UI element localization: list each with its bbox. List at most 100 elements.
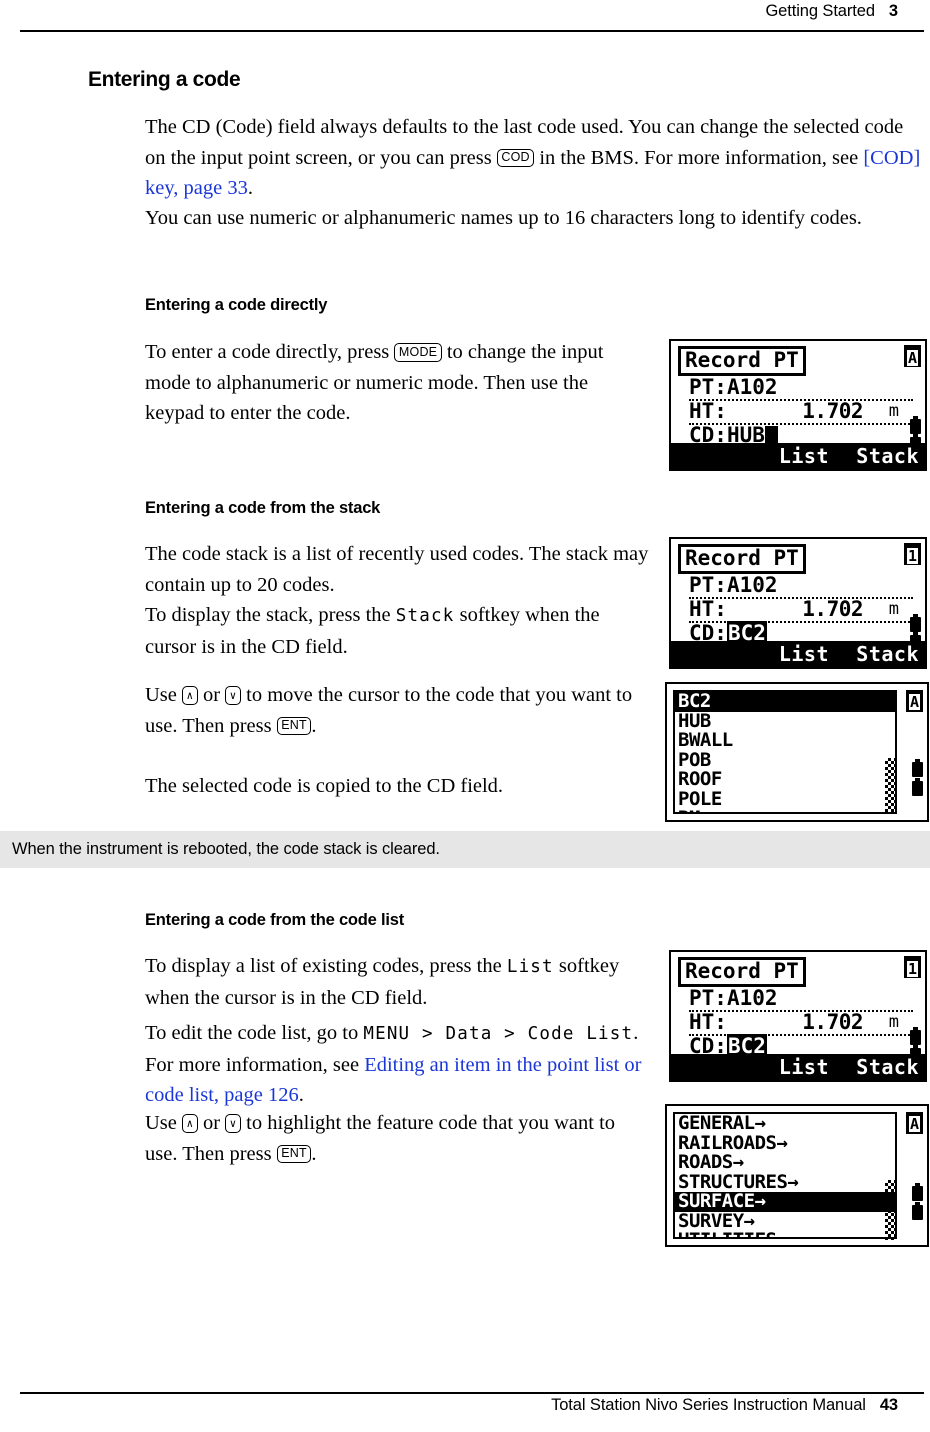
paragraph-codelist-1: To display a list of existing codes, pre… [145,951,650,1013]
intro-1-text-b: in the BMS. For more information, see [534,146,864,169]
lcd-ht-unit: m [888,401,899,421]
battery-icon-internal [910,1027,921,1045]
lcd-ht-value: 1.702 [802,597,863,621]
header-rule [20,30,924,32]
lcd-ht-label: HT: [689,399,727,423]
key-down-arrow[interactable]: ∨ [225,1113,241,1133]
heading-entering-a-code-from-the-code-list: Entering a code from the code list [145,911,405,929]
heading-entering-a-code-directly: Entering a code directly [145,296,328,314]
lcd-ht-value: 1.702 [802,399,863,423]
heading-entering-a-code-from-the-stack: Entering a code from the stack [145,499,381,517]
heading-entering-a-code: Entering a code [88,68,241,91]
directly-text-a: To enter a code directly, press [145,341,395,363]
scrollbar-thumb[interactable] [885,1180,895,1240]
lcd-field-pt: PT:A102 [689,986,778,1011]
lcd-ht-label: HT: [689,1010,727,1034]
codelist-1-text-a: To display a list of existing codes, pre… [145,955,507,977]
softkey-list[interactable]: List [779,444,829,468]
list-item[interactable]: BC2 [675,692,895,712]
lcd-field-ht: HT: [689,399,727,424]
numeric-mode-icon: 1 [904,543,921,565]
softkey-stack[interactable]: Stack [856,1055,919,1079]
list-item[interactable]: ROOF [675,769,895,790]
stack-3-text-b: or [197,684,226,706]
alphanumeric-mode-icon: A [906,690,923,712]
lcd-screen-code-stack-list: A BC2HUBBWALLPOBROOFPOLEBM [665,682,929,822]
stack-3-text-a: Use [145,684,183,706]
lcd-inner: Record PT 1 PT:A102 HT: 1.702 m CD:BC2 L… [671,952,925,1080]
list-item[interactable]: BWALL [675,730,895,751]
lcd-pt-value: A102 [726,375,778,399]
key-up-arrow[interactable]: ∧ [182,1113,198,1133]
key-up-arrow[interactable]: ∧ [182,685,198,705]
key-cod[interactable]: COD [496,148,535,167]
key-ent[interactable]: ENT [276,716,312,735]
paragraph-stack-4: The selected code is copied to the CD fi… [145,775,504,797]
list-item[interactable]: BM [675,808,895,812]
code-stack-rows: BC2HUBBWALLPOBROOFPOLEBM [675,692,895,812]
note-bar-text: When the instrument is rebooted, the cod… [12,840,440,858]
header-chapter-title: Getting Started [765,2,875,20]
lcd-title-record-pt: Record PT [678,957,806,987]
list-item[interactable]: POLE [675,789,895,810]
feature-code-rows: GENERAL→ RAILROADS→ ROADS→ STRUCTURES→ SURFA… [675,1114,895,1237]
key-down-arrow[interactable]: ∨ [225,685,241,705]
codelist-3-text-d: . [311,1142,317,1165]
key-ent[interactable]: ENT [276,1144,312,1163]
lcd-ht-unit: m [888,599,899,619]
lcd-field-ht: HT: [689,1010,727,1035]
lcd-pt-label: PT: [689,573,727,597]
lcd-screen-record-pt-bc2-list: Record PT 1 PT:A102 HT: 1.702 m CD:BC2 L… [669,950,927,1082]
lcd-inner: Record PT A PT:A102 HT: 1.702 m CD:HUB L… [671,341,925,469]
softkey-stack[interactable]: Stack [856,642,919,666]
lcd-pt-label: PT: [689,375,727,399]
lcd-softkey-bar: List Stack [671,443,925,469]
feature-code-list-frame[interactable]: GENERAL→ RAILROADS→ ROADS→ STRUCTURES→ SURFA… [673,1112,897,1239]
code-stack-list-frame[interactable]: BC2HUBBWALLPOBROOFPOLEBM [673,690,897,814]
list-item[interactable]: ROADS→ [675,1152,895,1173]
paragraph-codelist-3: Use ∧ or ∨ to highlight the feature code… [145,1108,650,1169]
list-item[interactable]: UTILITIES→ [675,1230,895,1237]
list-item[interactable]: SURFACE→ [675,1191,895,1212]
lcd-title-record-pt: Record PT [678,544,806,574]
scrollbar-thumb[interactable] [885,758,895,814]
page-header: Getting Started 3 [0,0,930,34]
stack-2-text-a: To display the stack, press the [145,604,396,626]
lcd-field-pt: PT:A102 [689,573,778,598]
mode-indicator-letter: 1 [907,960,918,978]
paragraph-stack-2: To display the stack, press the Stack so… [145,600,650,662]
lcd-screen-feature-code-list: A GENERAL→ RAILROADS→ ROADS→ STRUCTURES→ SUR… [665,1104,929,1247]
mode-indicator-letter: 1 [907,547,918,565]
list-item[interactable]: GENERAL→ [675,1114,895,1134]
lcd-softkey-bar: List Stack [671,641,925,667]
paragraph-codelist-2: To edit the code list, go to MENU > Data… [145,1018,650,1111]
alphanumeric-mode-icon: A [904,345,921,367]
softkey-list[interactable]: List [779,642,829,666]
codelist-2-text-c: . [298,1084,304,1106]
paragraph-stack-3: Use ∧ or ∨ to move the cursor to the cod… [145,680,650,741]
lcd-title-record-pt: Record PT [678,346,806,376]
lcd-ht-value: 1.702 [802,1010,863,1034]
paragraph-intro-2: You can use numeric or alphanumeric name… [145,207,862,229]
battery-icon-internal [910,614,921,632]
codelist-3-text-b: or [197,1112,226,1134]
footer-page-number: 43 [879,1396,898,1414]
menu-path-reference: MENU > Data > Code List [363,1024,634,1044]
lcd-pt-label: PT: [689,986,727,1010]
stack-3-text-d: . [311,714,317,737]
key-mode[interactable]: MODE [394,343,442,362]
lcd-softkey-bar: List Stack [671,1054,925,1080]
softkey-stack[interactable]: Stack [856,444,919,468]
note-bar-reboot: When the instrument is rebooted, the cod… [0,831,930,868]
codelist-3-text-a: Use [145,1112,183,1134]
footer-manual-title: Total Station Nivo Series Instruction Ma… [551,1396,866,1414]
softkey-list[interactable]: List [779,1055,829,1079]
paragraph-intro-1: The CD (Code) field always defaults to t… [145,112,923,204]
numeric-mode-icon: 1 [904,956,921,978]
softkey-list-reference: List [506,957,554,977]
battery-icon-internal [910,416,921,434]
mode-indicator-letter: A [907,349,918,367]
lcd-screen-record-pt-hub: Record PT A PT:A102 HT: 1.702 m CD:HUB L… [669,339,927,471]
intro-1-text-c: . [247,177,253,199]
battery-icon-external [912,1202,923,1220]
